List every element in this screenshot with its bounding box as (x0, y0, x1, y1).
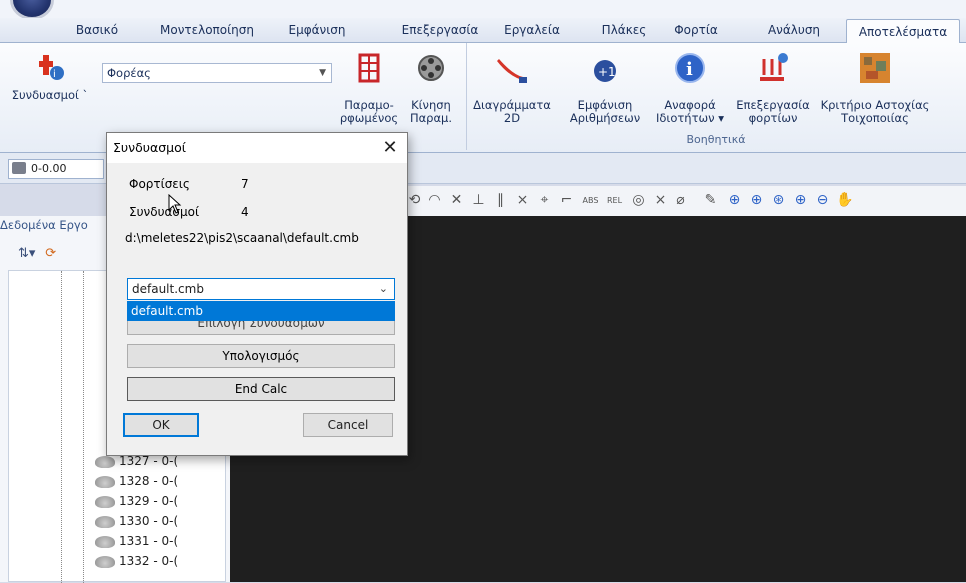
combination-file-select[interactable]: default.cmb ⌄ (127, 278, 395, 300)
combination-file-value: default.cmb (132, 282, 204, 296)
title-strip (0, 0, 966, 18)
info-icon: i (673, 51, 707, 85)
shell-element-icon (95, 555, 115, 568)
tab-modeling[interactable]: Μοντελοποίηση (150, 18, 264, 42)
tab-basic[interactable]: Βασικό (68, 18, 126, 42)
structure-combo-value: Φορέας (107, 66, 151, 80)
combos-count: 4 (241, 205, 249, 219)
tree-item[interactable]: 1332 - 0-( (95, 551, 178, 571)
svg-text:i: i (53, 69, 56, 80)
loads-arrows-icon (756, 51, 790, 85)
show-numbers-button[interactable]: +1 Εμφάνιση Αριθμήσεων (562, 51, 648, 125)
diagrams-2d-button[interactable]: Διαγράμματα 2D (470, 51, 554, 125)
combinations-button[interactable]: i Συνδυασμοί ` (6, 51, 94, 102)
rotate-icon[interactable]: ⟲ (406, 192, 423, 209)
zoom-window-icon[interactable]: ⊕ (726, 192, 743, 209)
deformed-label-2: ρφωμένος (339, 111, 399, 125)
tab-editing[interactable]: Επεξεργασία (392, 18, 488, 42)
end-calc-button[interactable]: End Calc (127, 377, 395, 401)
tree-guide-line (83, 271, 84, 583)
panel-toolbar: ⇅▾ ⟳ (18, 246, 78, 264)
masonry-map-icon (858, 51, 892, 85)
tree-item[interactable]: 1331 - 0-( (95, 531, 178, 551)
printer-icon[interactable] (12, 162, 26, 174)
ok-button[interactable]: OK (123, 413, 199, 437)
shell-element-icon (95, 515, 115, 528)
loads-processing-label-2: φορτίων (748, 111, 798, 125)
tab-slabs[interactable]: Πλάκες (596, 18, 652, 42)
cancel-button[interactable]: Cancel (303, 413, 393, 437)
pan-hand-icon[interactable]: ✋ (836, 192, 853, 209)
ribbon-tab-bar: Βασικό Μοντελοποίηση Εμφάνιση Επεξεργασί… (0, 18, 966, 44)
tree-item[interactable]: 1330 - 0-( (95, 511, 178, 531)
report-label-2: Ιδιοτήτων ▾ (656, 111, 724, 125)
loads-processing-button[interactable]: Επεξεργασία φορτίων (730, 51, 816, 125)
group-label-helpers: Βοηθητικά (686, 133, 746, 146)
diagram-curve-icon (495, 51, 529, 85)
refresh-icon[interactable]: ⟳ (45, 246, 56, 261)
diagrams-label-2: 2D (503, 111, 521, 125)
tree-guide-line (61, 271, 62, 583)
close-icon[interactable]: ✕ (377, 135, 403, 161)
deformed-button[interactable]: Παραμο- ρφωμένος (336, 51, 402, 125)
loads-label: Φορτίσεις (129, 177, 190, 191)
cross-icon[interactable]: × (652, 192, 669, 209)
chevron-down-icon: ⌄ (378, 282, 388, 295)
shell-element-icon (95, 535, 115, 548)
tree-item[interactable]: 1328 - 0-( (95, 471, 178, 491)
trim-icon[interactable]: ✕ (448, 192, 465, 209)
show-numbers-label-2: Αριθμήσεων (569, 111, 641, 125)
shell-element-icon (95, 495, 115, 508)
tab-tools[interactable]: Εργαλεία (492, 18, 572, 42)
abs-coordinates-icon[interactable]: ABS (582, 192, 599, 209)
combos-label: Συνδυασμοί (129, 205, 200, 219)
zoom-previous-icon[interactable]: ⊛ (770, 192, 787, 209)
tab-analysis[interactable]: Ανάλυση (756, 18, 832, 42)
offset-icon[interactable]: ⊥ (470, 192, 487, 209)
motion-label-2: Παραμ. (409, 111, 453, 125)
numbering-icon: +1 (588, 51, 622, 85)
properties-report-button[interactable]: i Αναφορά Ιδιοτήτων ▾ (650, 51, 730, 125)
zoom-all-icon[interactable]: ⊕ (792, 192, 809, 209)
structure-combo[interactable]: Φορέας ▼ (102, 63, 332, 83)
building-frame-icon (352, 51, 386, 85)
zoom-in-icon[interactable]: ⊕ (748, 192, 765, 209)
film-reel-icon (414, 51, 448, 85)
tab-loads[interactable]: Φορτία (666, 18, 726, 42)
loads-count: 7 (241, 177, 249, 191)
combinations-dialog: Συνδυασμοί ✕ Φορτίσεις 7 Συνδυασμοί 4 d:… (106, 132, 408, 456)
combination-file-path: d:\meletes22\pis2\scaanal\default.cmb (125, 231, 359, 245)
sort-icon[interactable]: ⇅▾ (18, 246, 35, 261)
chevron-down-icon: ▼ (319, 68, 326, 78)
intersect-icon[interactable]: ⨯ (514, 192, 531, 209)
target-icon[interactable]: ◎ (630, 192, 647, 209)
tab-results[interactable]: Αποτελέσματα (846, 19, 960, 44)
masonry-label-2: Τοιχοποιίας (841, 111, 909, 125)
shell-element-icon (95, 475, 115, 488)
masonry-failure-button[interactable]: Κριτήριο Αστοχίας Τοιχοποιίας (816, 51, 934, 125)
combinations-icon: i (33, 51, 67, 85)
zoom-out-icon[interactable]: ⊖ (814, 192, 831, 209)
parallel-icon[interactable]: ∥ (492, 192, 509, 209)
drawing-toolbar: ⟲ ◠ ✕ ⊥ ∥ ⨯ ⌖ ⌐ ABS REL ◎ × ⌀ ✎ ⊕ ⊕ ⊛ ⊕ … (402, 186, 966, 217)
calculate-button[interactable]: Υπολογισμός (127, 344, 395, 368)
snap-icon[interactable]: ⌖ (536, 192, 553, 209)
combinations-label: Συνδυασμοί ` (11, 88, 89, 102)
motion-button[interactable]: Κίνηση Παραμ. (404, 51, 458, 125)
tree-item[interactable]: 1329 - 0-( (95, 491, 178, 511)
pencil-icon[interactable]: ✎ (702, 192, 719, 209)
shell-element-icon (95, 455, 115, 468)
corner-icon[interactable]: ⌐ (558, 192, 575, 209)
dialog-title: Συνδυασμοί (113, 140, 186, 155)
dropdown-option-selected[interactable]: default.cmb (127, 301, 395, 321)
tab-view[interactable]: Εμφάνιση (280, 18, 354, 42)
arc-icon[interactable]: ◠ (426, 192, 443, 209)
svg-text:i: i (686, 59, 693, 80)
rel-coordinates-icon[interactable]: REL (606, 192, 623, 209)
attach-icon[interactable]: ⌀ (672, 192, 689, 209)
svg-text:+1: +1 (598, 65, 616, 79)
